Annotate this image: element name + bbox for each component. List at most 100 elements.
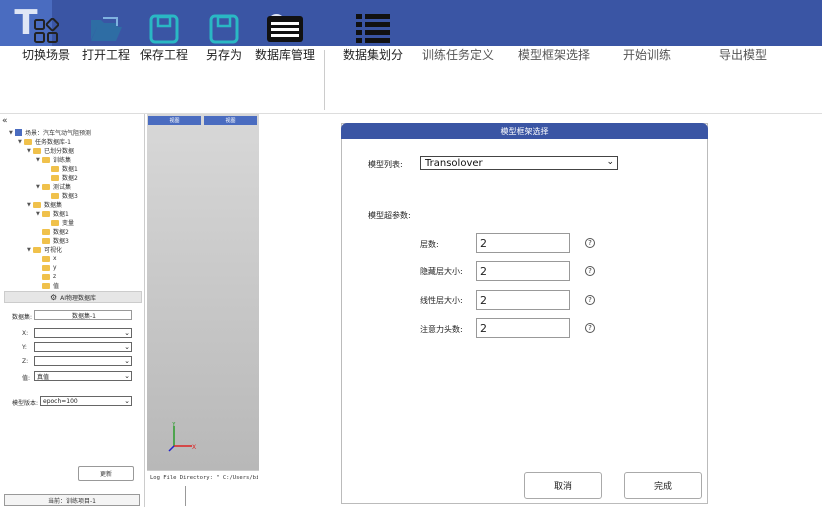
model-list-select[interactable]: Transolover ⌄: [420, 156, 618, 170]
folder-icon: [51, 165, 59, 172]
scene-icon: [15, 129, 22, 136]
model-framework-selection-button[interactable]: 模型框架选择: [516, 0, 592, 68]
tree-item[interactable]: 数据1: [51, 164, 78, 173]
tree-item[interactable]: x: [42, 254, 57, 263]
save-as-button[interactable]: 另存为: [198, 0, 250, 68]
dataset-field[interactable]: 数据集-1: [34, 310, 132, 320]
x-label: X:: [22, 330, 29, 337]
model-version-label: 模型版本:: [12, 400, 39, 407]
chevron-down-icon: ⌄: [124, 357, 130, 365]
param-label: 注意力头数:: [420, 325, 463, 334]
param-hidden-size-input[interactable]: 2: [476, 261, 570, 281]
switch-scene-icon: [33, 0, 59, 44]
status-bar: 当前：训练项目-1: [4, 494, 140, 506]
tree-item[interactable]: 值: [42, 281, 59, 290]
switch-scene-button[interactable]: 切换场景: [20, 0, 72, 68]
export-model-button[interactable]: 导出模型: [710, 0, 776, 68]
collapse-panel-button[interactable]: «: [2, 116, 8, 126]
x-select[interactable]: ⌄: [34, 328, 132, 338]
tree-item[interactable]: z: [42, 272, 56, 281]
axes-triad-icon: Y X: [168, 422, 196, 452]
open-project-button[interactable]: 打开工程: [80, 0, 132, 68]
param-label: 线性层大小:: [420, 296, 463, 305]
folder-icon: [51, 174, 59, 181]
cancel-button[interactable]: 取消: [524, 472, 602, 499]
folder-icon: [42, 210, 50, 217]
start-training-button[interactable]: 开始训练: [614, 0, 680, 68]
tree-item[interactable]: 数据2: [42, 227, 69, 236]
log-divider: [185, 486, 186, 506]
refresh-button[interactable]: 更新: [78, 466, 134, 481]
folder-icon: [51, 192, 59, 199]
tree-item[interactable]: ▼ 场景：汽车气动气阻预测: [9, 128, 91, 137]
dataset-split-button[interactable]: 数据集划分: [342, 0, 404, 68]
3d-viewport[interactable]: [147, 114, 259, 470]
database-icon: [266, 0, 304, 44]
hyperparams-label: 模型超参数:: [368, 211, 411, 220]
help-icon[interactable]: ?: [585, 323, 595, 333]
list-icon: [355, 0, 391, 44]
folder-icon: [42, 282, 50, 289]
log-text: Log File Directory: " C:/Users/bing: [150, 475, 258, 481]
param-attention-heads-input[interactable]: 2: [476, 318, 570, 338]
svg-text:Y: Y: [171, 422, 176, 428]
folder-icon: [33, 246, 41, 253]
folder-icon: [51, 219, 59, 226]
y-label: Y:: [22, 344, 27, 351]
tree-item[interactable]: ▼ 数据集: [27, 200, 62, 209]
chevron-down-icon: ⌄: [606, 157, 614, 167]
model-list-label: 模型列表:: [368, 160, 403, 169]
folder-open-icon: [89, 0, 123, 44]
tree-item[interactable]: y: [42, 263, 57, 272]
tree-item[interactable]: 数据3: [42, 236, 69, 245]
ai-physics-database-tab[interactable]: ⚙ AI物理数据库: [4, 291, 142, 303]
value-label: 值:: [22, 375, 31, 382]
tree-item[interactable]: ▼ 训练集: [36, 155, 71, 164]
save-project-button[interactable]: 保存工程: [138, 0, 190, 68]
folder-icon: [42, 156, 50, 163]
folder-icon: [33, 201, 41, 208]
tree-item[interactable]: 数据3: [51, 191, 78, 200]
tree-item[interactable]: ▼ 可视化: [27, 245, 62, 254]
training-task-definition-button[interactable]: 训练任务定义: [420, 0, 496, 68]
viewport-tab-1[interactable]: 视图: [148, 116, 201, 125]
viewport-tab-2[interactable]: 视图: [204, 116, 257, 125]
finish-button[interactable]: 完成: [624, 472, 702, 499]
z-select[interactable]: ⌄: [34, 356, 132, 366]
chevron-down-icon: ⌄: [124, 397, 130, 405]
tree-item[interactable]: ▼ 数据1: [36, 209, 69, 218]
z-label: Z:: [22, 358, 29, 365]
folder-icon: [33, 147, 41, 154]
toolbar-separator: [324, 50, 325, 110]
folder-icon: [42, 273, 50, 280]
y-select[interactable]: ⌄: [34, 342, 132, 352]
chevron-down-icon: ⌄: [124, 343, 130, 351]
tree-item[interactable]: ▼ 任务数据库-1: [18, 137, 71, 146]
param-linear-size-input[interactable]: 2: [476, 290, 570, 310]
folder-icon: [42, 183, 50, 190]
param-label: 隐藏层大小:: [420, 267, 463, 276]
param-layers-input[interactable]: 2: [476, 233, 570, 253]
folder-icon: [42, 237, 50, 244]
folder-icon: [42, 264, 50, 271]
help-icon[interactable]: ?: [585, 238, 595, 248]
save-as-icon: [209, 0, 239, 44]
database-management-button[interactable]: 数据库管理: [254, 0, 316, 68]
folder-icon: [42, 255, 50, 262]
model-version-select[interactable]: epoch=100 ⌄: [40, 396, 132, 406]
chevron-down-icon: ⌄: [124, 372, 130, 380]
tree-item[interactable]: ▼ 测试集: [36, 182, 71, 191]
help-icon[interactable]: ?: [585, 266, 595, 276]
help-icon[interactable]: ?: [585, 295, 595, 305]
svg-text:X: X: [192, 444, 196, 451]
save-icon: [149, 0, 179, 44]
tree-item[interactable]: 数据2: [51, 173, 78, 182]
param-label: 层数:: [420, 240, 439, 249]
dataset-label: 数据集:: [12, 314, 33, 321]
chevron-down-icon: ⌄: [124, 329, 130, 337]
value-select[interactable]: 真值 ⌄: [34, 371, 132, 381]
tree-item[interactable]: 变量: [51, 218, 74, 227]
folder-icon: [24, 138, 32, 145]
tree-item[interactable]: ▼ 已划分数据: [27, 146, 74, 155]
dialog-title: 模型框架选择: [341, 123, 708, 139]
